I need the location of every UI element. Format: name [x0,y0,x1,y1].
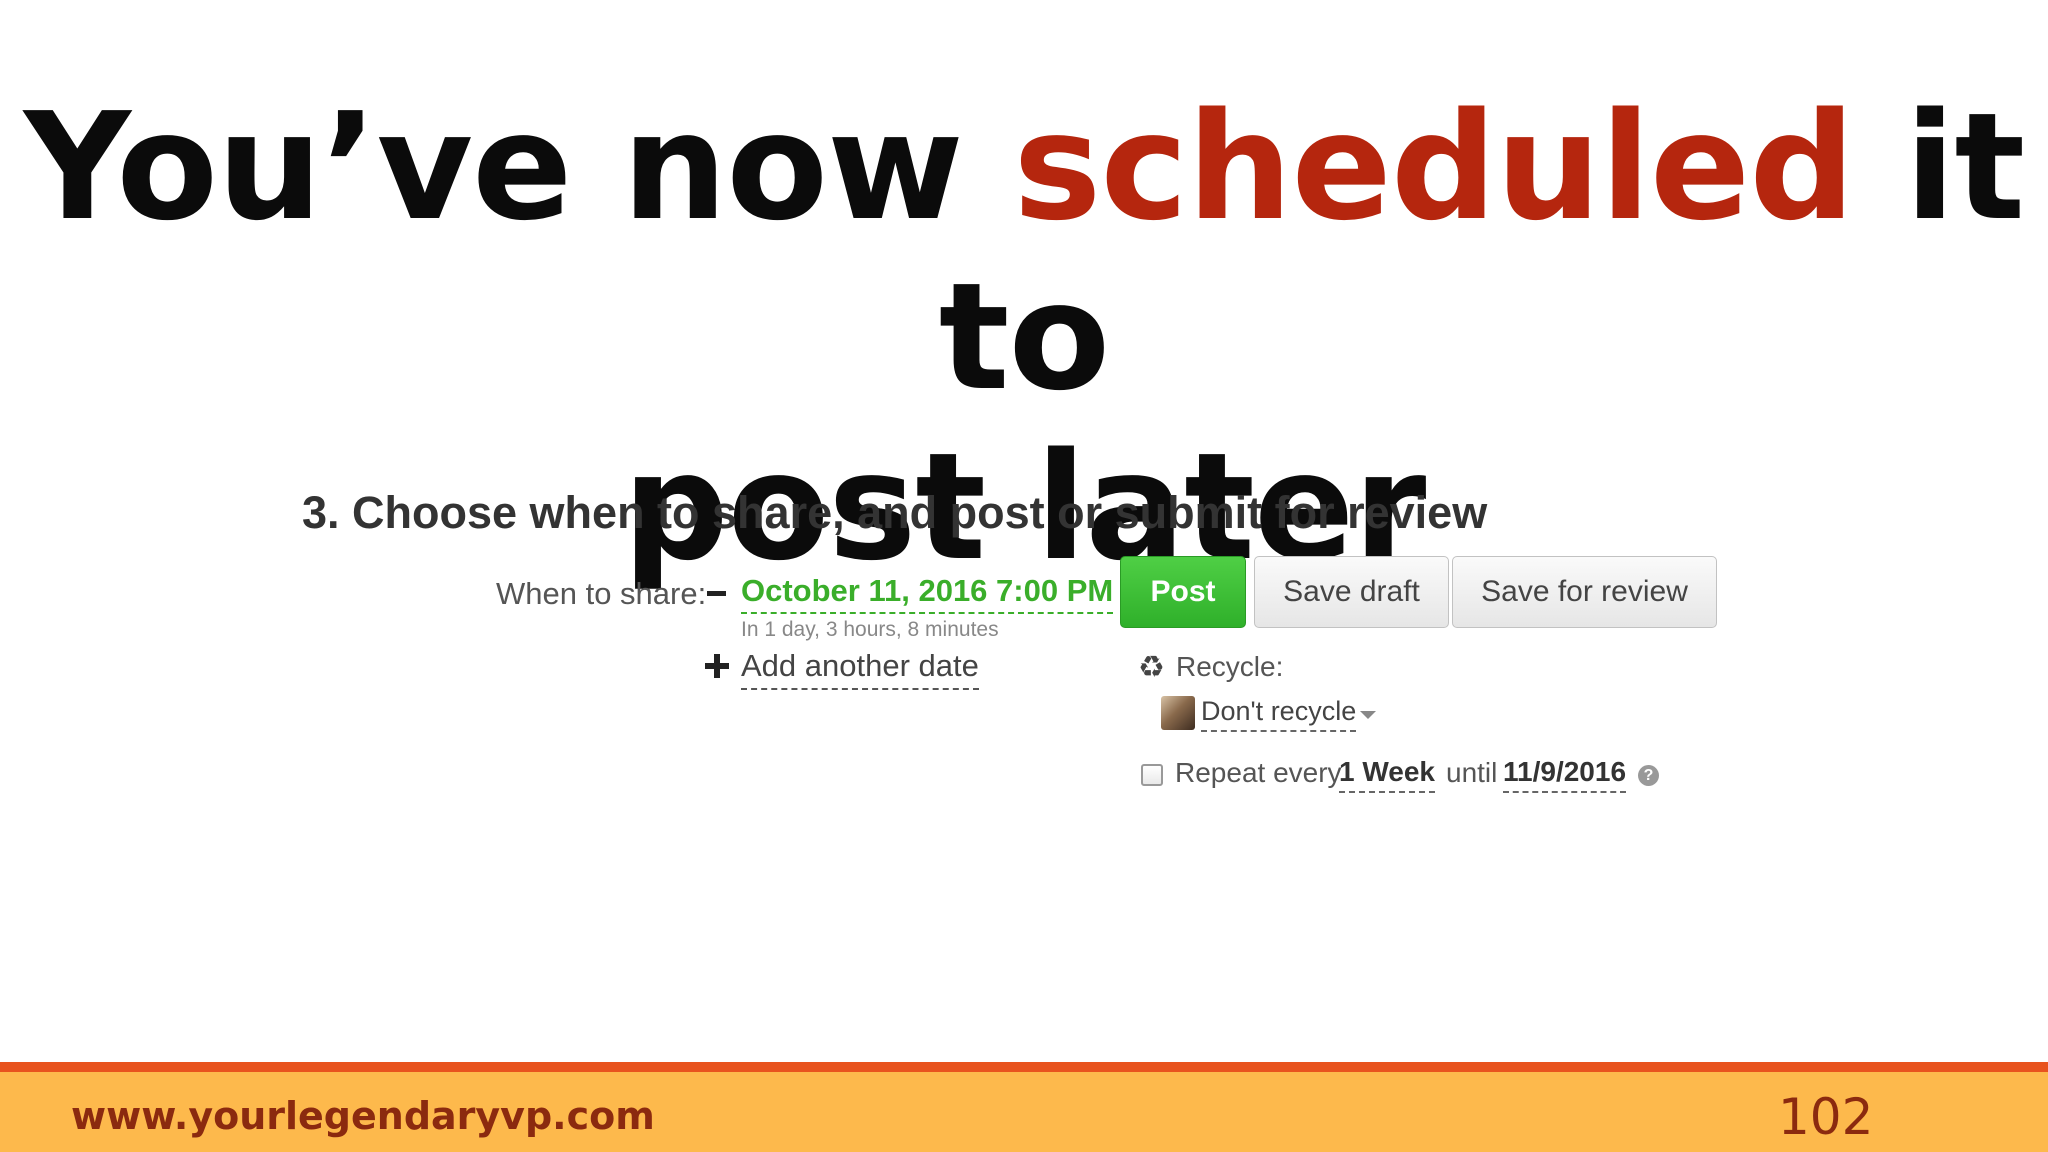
repeat-prefix-text: Repeat every [1175,757,1342,788]
add-date-plus-icon[interactable] [705,654,729,678]
footer-url: www.yourlegendaryvp.com [71,1094,655,1138]
save-draft-button[interactable]: Save draft [1254,556,1449,628]
remove-date-icon[interactable] [707,591,726,596]
repeat-checkbox[interactable] [1141,764,1163,786]
repeat-interval-link[interactable]: 1 Week [1339,756,1435,793]
footer-stripe [0,1062,2048,1072]
recycle-icon: ♻ [1138,651,1165,684]
recycle-label: Recycle: [1176,651,1284,682]
recycle-dropdown[interactable]: Don't recycle [1201,696,1357,732]
share-panel-screenshot: 3. Choose when to share, and post or sub… [0,0,2048,1060]
repeat-until-text: until [1446,757,1498,788]
relative-time-text: In 1 day, 3 hours, 8 minutes [741,618,999,641]
scheduled-date-link[interactable]: October 11, 2016 7:00 PM [741,573,1114,614]
help-icon[interactable]: ? [1638,765,1659,786]
page-number: 102 [1778,1088,1874,1146]
when-to-share-label: When to share: [496,576,707,611]
avatar [1161,696,1195,730]
chevron-down-icon[interactable] [1360,711,1376,719]
post-button[interactable]: Post [1120,556,1246,628]
save-for-review-button[interactable]: Save for review [1452,556,1717,628]
add-another-date-link[interactable]: Add another date [741,648,979,690]
step-heading: 3. Choose when to share, and post or sub… [302,487,1488,538]
repeat-until-date-link[interactable]: 11/9/2016 [1503,756,1627,793]
